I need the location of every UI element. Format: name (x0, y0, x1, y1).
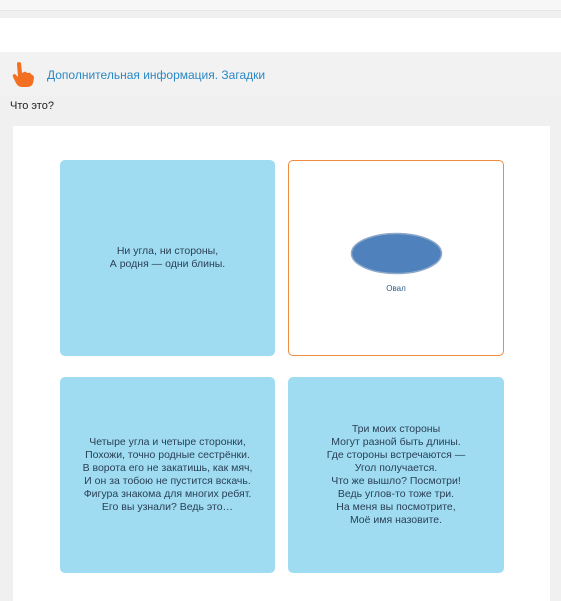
riddle-text: Четыре угла и четыре сторонки, Похожи, т… (82, 436, 253, 513)
answer-card-oval[interactable]: Овал (288, 160, 504, 356)
pointing-hand-icon (12, 62, 34, 87)
oval-label: Овал (386, 284, 406, 293)
oval-figure: Овал (289, 161, 503, 355)
riddle-text: Ни угла, ни стороны, А родня — одни блин… (109, 245, 226, 270)
riddle-card-circle[interactable]: Ни угла, ни стороны, А родня — одни блин… (60, 160, 275, 356)
oval-shape (350, 232, 443, 275)
riddle-card-triangle[interactable]: Три моих стороны Могут разной быть длины… (288, 377, 504, 573)
question-text: Что это? (10, 100, 54, 112)
header-band (0, 18, 561, 52)
riddle-card-square[interactable]: Четыре угла и четыре сторонки, Похожи, т… (60, 377, 275, 573)
additional-info-link[interactable]: Дополнительная информация. Загадки (47, 68, 265, 82)
riddle-text: Три моих стороны Могут разной быть длины… (326, 423, 466, 526)
top-bar (0, 0, 561, 11)
